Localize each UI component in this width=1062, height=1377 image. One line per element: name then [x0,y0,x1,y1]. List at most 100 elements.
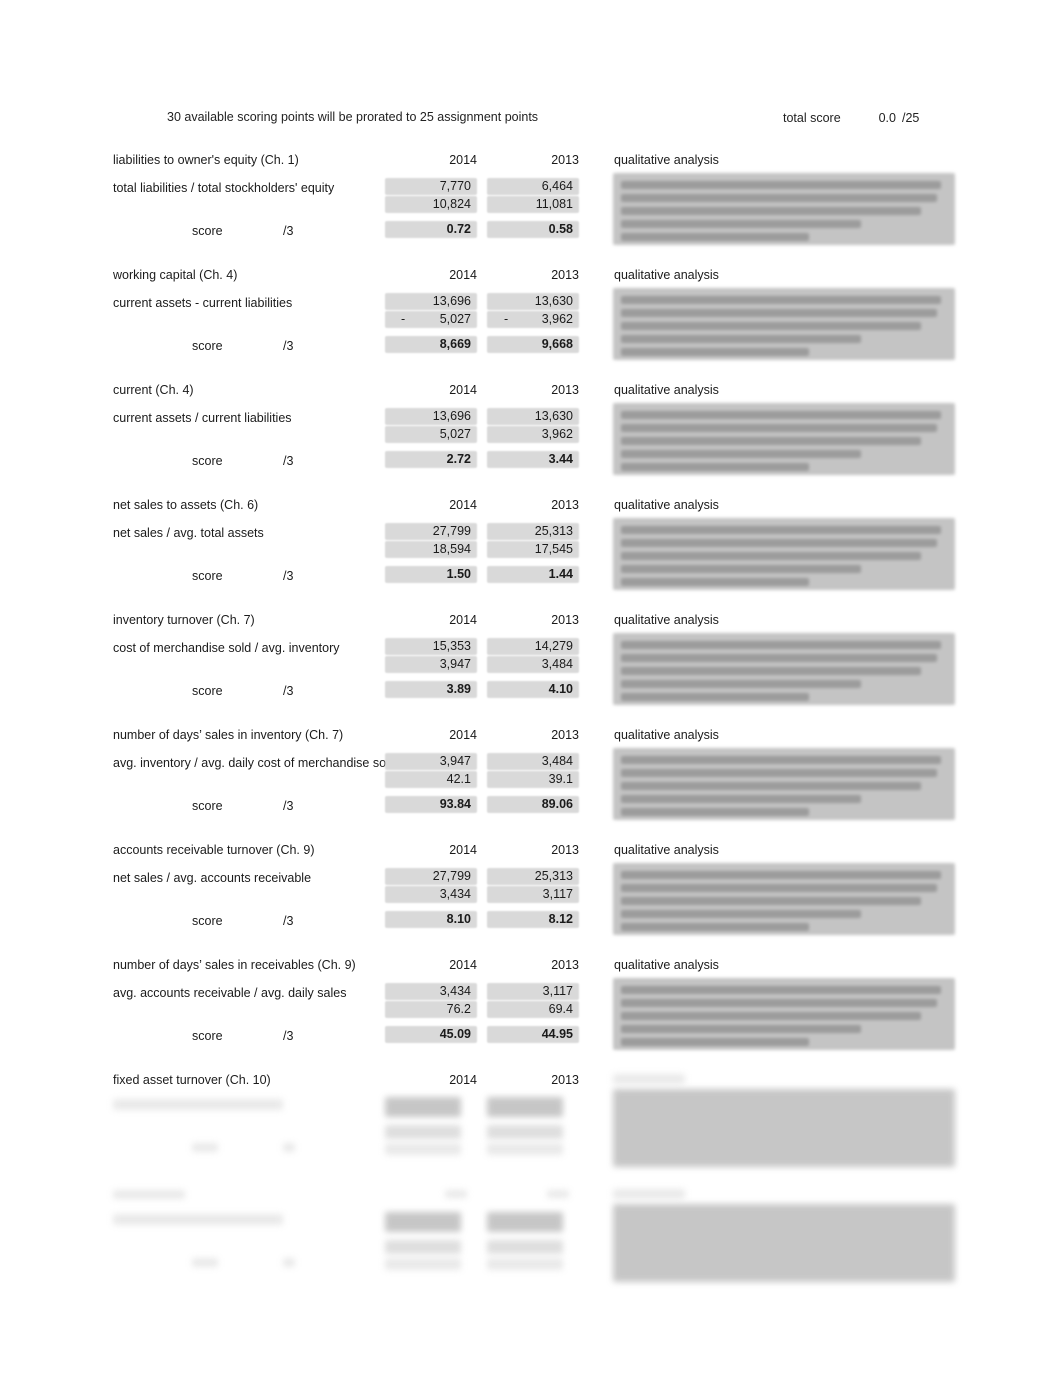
ratio-block [0,1188,1062,1303]
qualitative-analysis-box[interactable] [613,518,955,590]
redacted-formula [113,1099,283,1110]
numerator-value-2013[interactable]: 6,464 [487,179,573,193]
numerator-value-2014[interactable]: 27,799 [385,869,471,883]
score-value-2013: 3.44 [548,452,573,466]
ratio-block: working capital (Ch. 4) current assets - … [0,268,1062,383]
score-max-label: /3 [283,914,294,928]
numerator-value-2013[interactable]: 13,630 [487,294,573,308]
ratio-formula: avg. inventory / avg. daily cost of merc… [113,756,396,770]
numerator-value-2014[interactable]: 13,696 [385,294,471,308]
redacted-qualitative-analysis-label [613,1189,685,1199]
denominator-value-2014[interactable]: 3,947 [385,657,471,671]
denominator-value-2014[interactable]: 5,027 [385,312,471,326]
redacted-input-cell [385,1097,461,1117]
redacted-text-line [621,871,941,879]
ratio-block: number of days’ sales in inventory (Ch. … [0,728,1062,843]
redacted-text-line [621,207,921,215]
redacted-text-line [621,181,941,189]
denominator-value-2013[interactable]: 39.1 [487,772,573,786]
denominator-value-2013[interactable]: 3,962 [487,312,573,326]
denominator-value-2014[interactable]: 10,824 [385,197,471,211]
numerator-value-2014[interactable]: 3,434 [385,984,471,998]
redacted-qualitative-analysis-label [613,1074,685,1084]
qualitative-analysis-box[interactable] [613,173,955,245]
denominator-value-2014[interactable]: 18,594 [385,542,471,556]
numerator-value-2014[interactable]: 7,770 [385,179,471,193]
numerator-value-2014[interactable]: 27,799 [385,524,471,538]
ratio-name: accounts receivable turnover (Ch. 9) [113,843,315,857]
numerator-value-2013[interactable]: 25,313 [487,524,573,538]
redacted-text-line [621,233,809,241]
redacted-text-line [621,296,941,304]
redacted-text-line [621,667,921,675]
redacted-input-cell [487,1212,563,1232]
redacted-qualitative-analysis-box [613,1204,955,1282]
numerator-value-2013[interactable]: 13,630 [487,409,573,423]
qualitative-analysis-box[interactable] [613,403,955,475]
score-label: score [192,684,223,698]
score-max-label: /3 [283,224,294,238]
numerator-value-2014[interactable]: 3,947 [385,754,471,768]
numerator-value-2013[interactable]: 25,313 [487,869,573,883]
denominator-value-2013[interactable]: 3,117 [487,887,573,901]
ratio-block: inventory turnover (Ch. 7) cost of mercha… [0,613,1062,728]
score-max-label: /3 [283,569,294,583]
numerator-value-2014[interactable]: 15,353 [385,639,471,653]
denominator-value-2013[interactable]: 69.4 [487,1002,573,1016]
ratio-formula: net sales / avg. total assets [113,526,264,540]
denominator-value-2013[interactable]: 3,484 [487,657,573,671]
denominator-value-2014[interactable]: 76.2 [385,1002,471,1016]
redacted-formula [113,1214,283,1225]
redacted-score-cell [385,1258,461,1270]
denominator-value-2013[interactable]: 17,545 [487,542,573,556]
score-max-label: /3 [283,339,294,353]
denominator-value-2014[interactable]: 3,434 [385,887,471,901]
total-score-label: total score [783,111,841,125]
ratio-formula: cost of merchandise sold / avg. inventor… [113,641,340,655]
redacted-text-line [621,565,861,573]
qualitative-analysis-label: qualitative analysis [614,613,719,627]
qualitative-analysis-box[interactable] [613,978,955,1050]
ratio-name: liabilities to owner's equity (Ch. 1) [113,153,299,167]
numerator-value-2013[interactable]: 3,117 [487,984,573,998]
denominator-value-2013[interactable]: 11,081 [487,197,573,211]
denominator-value-2014[interactable]: 5,027 [385,427,471,441]
year-header-2013: 2013 [551,843,579,857]
qualitative-analysis-box[interactable] [613,633,955,705]
score-value-2013: 4.10 [548,682,573,696]
qualitative-analysis-box[interactable] [613,748,955,820]
score-value-2014: 3.89 [446,682,471,696]
worksheet-page: 30 available scoring points will be pror… [0,0,1062,1377]
redacted-text-line [621,808,809,816]
redacted-text-line [621,526,941,534]
numerator-value-2014[interactable]: 13,696 [385,409,471,423]
score-max-label: /3 [283,454,294,468]
redacted-text-line [621,654,937,662]
score-max-label: /3 [283,684,294,698]
ratio-formula: avg. accounts receivable / avg. daily sa… [113,986,347,1000]
redacted-score-max [283,1143,295,1152]
year-header-2013: 2013 [551,498,579,512]
redacted-score-cell [385,1143,461,1155]
qualitative-analysis-label: qualitative analysis [614,843,719,857]
score-label: score [192,454,223,468]
redacted-input-cell [487,1097,563,1117]
numerator-value-2013[interactable]: 3,484 [487,754,573,768]
score-label: score [192,569,223,583]
ratio-name: current (Ch. 4) [113,383,194,397]
score-value-2014: 8.10 [446,912,471,926]
denominator-value-2014[interactable]: 42.1 [385,772,471,786]
ratio-block: net sales to assets (Ch. 6) net sales / a… [0,498,1062,613]
ratio-name: working capital (Ch. 4) [113,268,238,282]
numerator-value-2013[interactable]: 14,279 [487,639,573,653]
qualitative-analysis-box[interactable] [613,863,955,935]
score-label: score [192,224,223,238]
redacted-text-line [621,884,937,892]
score-value-2014: 2.72 [446,452,471,466]
subtract-sign-2013: - [504,312,509,326]
redacted-text-line [621,578,809,586]
qualitative-analysis-label: qualitative analysis [614,728,719,742]
qualitative-analysis-box[interactable] [613,288,955,360]
redacted-text-line [621,450,861,458]
denominator-value-2013[interactable]: 3,962 [487,427,573,441]
